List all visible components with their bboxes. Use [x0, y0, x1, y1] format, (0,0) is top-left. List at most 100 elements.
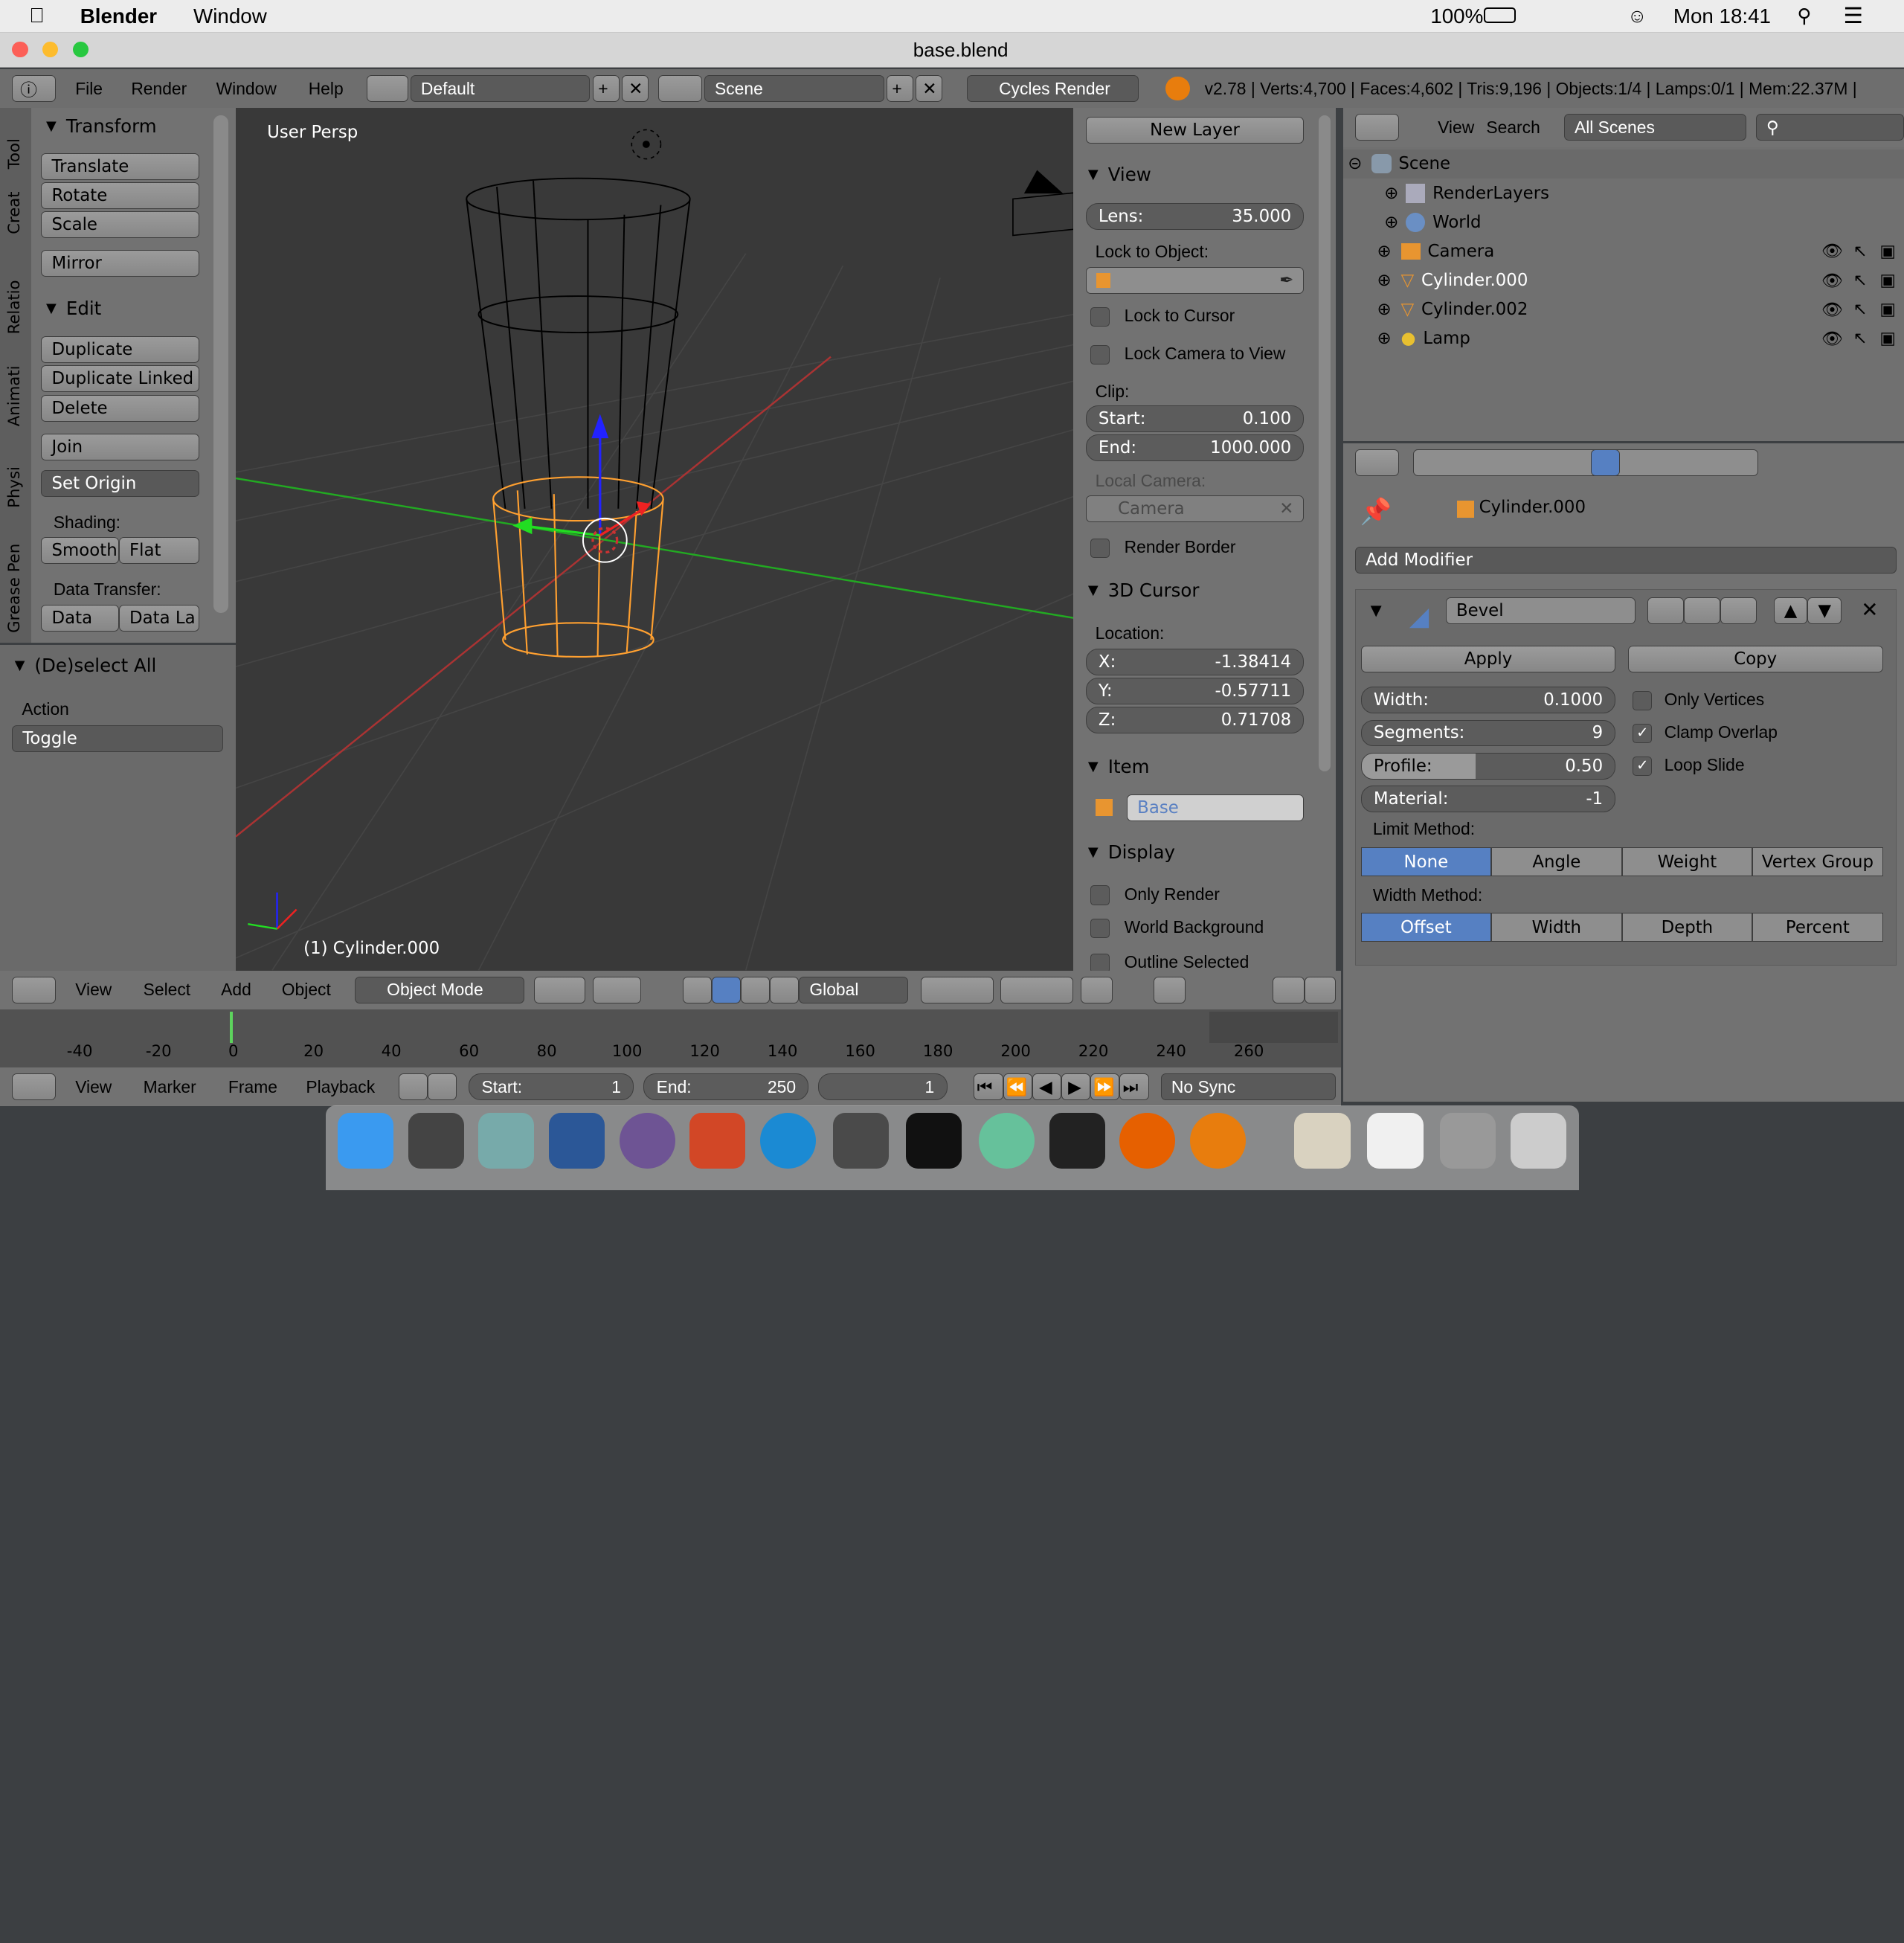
- editor-type-button[interactable]: [12, 976, 57, 1003]
- lamp-object-icon[interactable]: [631, 129, 661, 160]
- layers-grid2-icon[interactable]: [1000, 976, 1074, 1003]
- sublime-dock-icon[interactable]: [833, 1112, 890, 1169]
- local-camera-field[interactable]: Camera ✕: [1085, 495, 1305, 523]
- menu-window[interactable]: Window: [202, 79, 291, 99]
- renderability-camera-icon[interactable]: ▣: [1879, 329, 1896, 348]
- timeline-menu-frame[interactable]: Frame: [213, 1077, 292, 1097]
- lock-object-field[interactable]: ✒: [1085, 267, 1305, 295]
- lens-field[interactable]: Lens: 35.000: [1085, 202, 1305, 230]
- wifi-icon[interactable]: ☺: [1627, 4, 1647, 28]
- 3d-viewport[interactable]: User Persp (1) Cylinder.000: [235, 108, 1074, 971]
- layout-add-icon[interactable]: +: [592, 75, 620, 103]
- clapper-icon[interactable]: [1304, 976, 1336, 1003]
- selectability-cursor-icon[interactable]: ↖: [1853, 242, 1867, 261]
- visibility-eye-icon[interactable]: 👁: [1821, 329, 1843, 349]
- item-panel-header[interactable]: ▼ Item: [1088, 756, 1150, 777]
- editor-type-button[interactable]: [1355, 449, 1399, 476]
- cursor-z-field[interactable]: Z: 0.71708: [1085, 707, 1305, 734]
- delete-button[interactable]: Delete: [41, 394, 199, 422]
- outliner-row-camera[interactable]: ⊕ Camera 👁 ↖ ▣: [1343, 237, 1904, 266]
- outliner-search-input[interactable]: ⚲: [1755, 114, 1904, 141]
- cylinder-002-wireframe[interactable]: [465, 178, 691, 510]
- cursor-y-field[interactable]: Y: -0.57711: [1085, 678, 1305, 704]
- tab-grease-pencil[interactable]: Grease Pen: [5, 533, 24, 632]
- toolshelf-scrollbar[interactable]: [213, 115, 228, 614]
- outliner-row-lamp[interactable]: ⊕ ● Lamp 👁 ↖ ▣: [1343, 324, 1904, 353]
- next-keyframe-icon[interactable]: ⏩: [1090, 1073, 1120, 1101]
- visibility-eye-icon[interactable]: 👁: [1821, 300, 1843, 320]
- expand-icon[interactable]: ⊕: [1384, 213, 1398, 232]
- manipulator-toggle-icon[interactable]: [682, 976, 712, 1003]
- limit-method-none[interactable]: None: [1360, 847, 1492, 877]
- editor-type-button[interactable]: [1355, 114, 1399, 141]
- width-method-depth[interactable]: Depth: [1621, 913, 1753, 942]
- cursor-panel-header[interactable]: ▼ 3D Cursor: [1088, 579, 1200, 601]
- lock-cursor-checkbox[interactable]: Lock to Cursor: [1090, 306, 1235, 327]
- atom-dock-icon[interactable]: [978, 1112, 1035, 1169]
- render-preview-icon[interactable]: [1273, 976, 1305, 1003]
- documents-dock-icon[interactable]: [1294, 1112, 1351, 1169]
- selectability-cursor-icon[interactable]: ↖: [1853, 271, 1867, 290]
- deselect-panel-header[interactable]: ▼ (De)select All: [15, 655, 157, 676]
- pin-icon[interactable]: 📌: [1360, 497, 1392, 527]
- scene-name-field[interactable]: Scene: [704, 75, 884, 103]
- modifier-collapse-icon[interactable]: ▼: [1371, 602, 1382, 619]
- word-dock-icon[interactable]: [548, 1112, 605, 1169]
- view3d-menu-object[interactable]: Object: [267, 980, 345, 1000]
- current-frame-marker[interactable]: [229, 1012, 234, 1044]
- transform-manipulator[interactable]: [512, 414, 652, 563]
- expand-icon[interactable]: ⊕: [1377, 329, 1391, 348]
- end-frame-field[interactable]: End: 250: [643, 1073, 809, 1101]
- proportional-edit-icon[interactable]: [1081, 976, 1113, 1003]
- camera-object-icon[interactable]: [1012, 170, 1074, 237]
- viewport-shading-icon[interactable]: [534, 976, 585, 1003]
- spotlight-icon[interactable]: ⚲: [1797, 4, 1811, 28]
- renderability-camera-icon[interactable]: ▣: [1879, 271, 1896, 290]
- display-mode-select[interactable]: All Scenes: [1563, 114, 1746, 141]
- eyedropper-icon[interactable]: ✒: [1279, 271, 1293, 290]
- properties-context-tabs[interactable]: [1413, 449, 1759, 476]
- sync-mode-select[interactable]: No Sync: [1160, 1073, 1336, 1101]
- scene-browse-icon[interactable]: [657, 75, 702, 103]
- orientation-select[interactable]: Global: [799, 976, 909, 1003]
- width-method-width[interactable]: Width: [1491, 913, 1622, 942]
- quicktime-dock-icon[interactable]: [760, 1112, 817, 1169]
- menu-render[interactable]: Render: [117, 79, 202, 99]
- jump-end-icon[interactable]: ⏭: [1119, 1073, 1149, 1101]
- width-field[interactable]: Width: 0.1000: [1360, 687, 1616, 714]
- zoom-window-button[interactable]: [72, 41, 89, 57]
- item-name-input[interactable]: Base: [1127, 794, 1305, 821]
- width-method-percent[interactable]: Percent: [1752, 913, 1883, 942]
- world-background-check[interactable]: [1090, 918, 1110, 938]
- clamp-overlap-check[interactable]: ✓: [1633, 723, 1653, 743]
- loop-slide-checkbox[interactable]: ✓ Loop Slide: [1633, 755, 1745, 776]
- visibility-eye-icon[interactable]: 👁: [1821, 271, 1843, 291]
- view3d-menu-select[interactable]: Select: [129, 980, 205, 1000]
- screenshots-dock-icon[interactable]: [1440, 1112, 1496, 1169]
- viewport-scene[interactable]: [235, 108, 1074, 971]
- visibility-eye-icon[interactable]: 👁: [1821, 241, 1843, 261]
- terminal-dock-icon[interactable]: [905, 1112, 962, 1169]
- render-border-checkbox[interactable]: Render Border: [1090, 537, 1236, 558]
- renderability-camera-icon[interactable]: ▣: [1879, 300, 1896, 319]
- tab-physics[interactable]: Physi: [5, 455, 24, 508]
- selectability-cursor-icon[interactable]: ↖: [1853, 300, 1867, 319]
- apply-button[interactable]: Apply: [1360, 645, 1616, 672]
- editor-type-button[interactable]: ⓘ: [12, 75, 57, 103]
- material-field[interactable]: Material: -1: [1360, 785, 1616, 812]
- outliner-row-cylinder-000[interactable]: ⊕ ▽ Cylinder.000 👁 ↖ ▣: [1343, 266, 1904, 295]
- notification-center-icon[interactable]: ☰: [1843, 3, 1862, 29]
- world-background-checkbox[interactable]: World Background: [1090, 917, 1264, 938]
- data-layout-button[interactable]: Data La: [118, 605, 199, 632]
- firefox-dock-icon[interactable]: [1119, 1112, 1176, 1169]
- powerpoint-dock-icon[interactable]: [689, 1112, 746, 1169]
- layout-name-field[interactable]: Default: [410, 75, 591, 103]
- lock-camera-check[interactable]: [1090, 344, 1110, 365]
- lock-camera-checkbox[interactable]: Lock Camera to View: [1090, 344, 1285, 365]
- timeline-area[interactable]: -40 -20 0 20 40 60 80 100 120 140 160 18…: [0, 1009, 1341, 1068]
- selectability-cursor-icon[interactable]: ↖: [1853, 329, 1867, 348]
- modifier-tab-wrench-icon[interactable]: [1590, 449, 1620, 476]
- outline-selected-checkbox[interactable]: Outline Selected: [1090, 952, 1249, 971]
- only-render-check[interactable]: [1090, 885, 1110, 905]
- printer-dock-icon[interactable]: [408, 1112, 464, 1169]
